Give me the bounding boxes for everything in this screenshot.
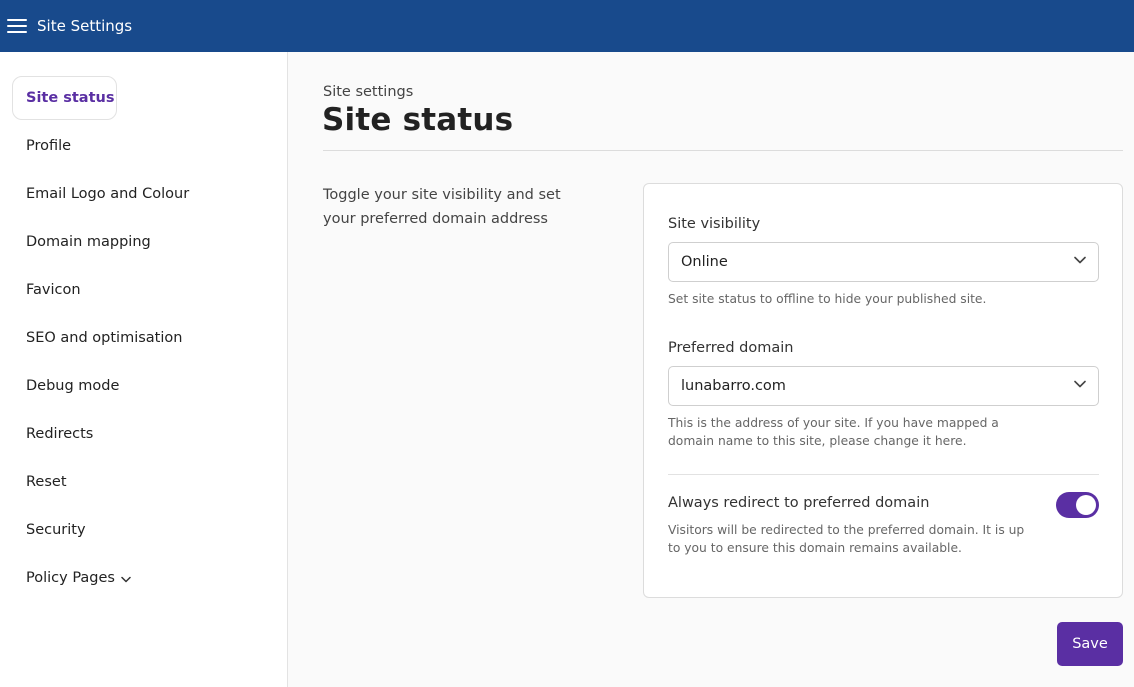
breadcrumb: Site settings bbox=[323, 84, 414, 100]
redirect-toggle[interactable] bbox=[1056, 492, 1099, 518]
sidebar-item-label: Site status bbox=[26, 90, 115, 106]
site-visibility-label: Site visibility bbox=[668, 216, 761, 232]
sidebar-item-site-status[interactable]: Site status bbox=[12, 76, 117, 120]
site-visibility-help: Set site status to offline to hide your … bbox=[668, 292, 987, 306]
sidebar-item-label: Profile bbox=[26, 138, 72, 154]
preferred-domain-select[interactable]: lunabarro.com bbox=[668, 366, 1099, 406]
sidebar-item-seo[interactable]: SEO and optimisation bbox=[12, 316, 276, 360]
sidebar-item-policy-pages[interactable]: Policy Pages bbox=[12, 556, 276, 600]
sidebar-item-email-logo-colour[interactable]: Email Logo and Colour bbox=[12, 172, 276, 216]
sidebar-nav: Site status Profile Email Logo and Colou… bbox=[12, 76, 276, 604]
sidebar-item-domain-mapping[interactable]: Domain mapping bbox=[12, 220, 276, 264]
hamburger-icon[interactable] bbox=[7, 19, 27, 33]
toggle-knob bbox=[1076, 495, 1096, 515]
sidebar-item-reset[interactable]: Reset bbox=[12, 460, 276, 504]
title-divider bbox=[323, 150, 1123, 151]
main-content: Site settings Site status Toggle your si… bbox=[288, 52, 1134, 687]
sidebar-item-label: Email Logo and Colour bbox=[26, 186, 190, 202]
preferred-domain-label: Preferred domain bbox=[668, 340, 794, 356]
sidebar-item-label: Redirects bbox=[26, 426, 94, 442]
sidebar-item-label: Domain mapping bbox=[26, 234, 151, 250]
sidebar-item-label: Policy Pages bbox=[26, 570, 115, 586]
chevron-down-icon bbox=[1074, 256, 1086, 264]
sidebar-item-label: Security bbox=[26, 522, 86, 538]
section-description: Toggle your site visibility and set your… bbox=[323, 187, 561, 227]
sidebar-item-profile[interactable]: Profile bbox=[12, 124, 276, 168]
sidebar-item-label: Reset bbox=[26, 474, 67, 490]
preferred-domain-help: This is the address of your site. If you… bbox=[668, 416, 999, 448]
settings-card: Site visibility Online Set site status t… bbox=[643, 183, 1123, 598]
site-visibility-select[interactable]: Online bbox=[668, 242, 1099, 282]
sidebar-item-label: Debug mode bbox=[26, 378, 120, 394]
page-title: Site status bbox=[322, 102, 514, 138]
sidebar: Site status Profile Email Logo and Colou… bbox=[0, 52, 288, 687]
top-bar: Site Settings bbox=[0, 0, 1134, 52]
app-title: Site Settings bbox=[37, 17, 133, 35]
sidebar-item-label: Favicon bbox=[26, 282, 81, 298]
section-divider bbox=[668, 474, 1099, 475]
sidebar-item-label: SEO and optimisation bbox=[26, 330, 183, 346]
redirect-label: Always redirect to preferred domain bbox=[668, 495, 930, 511]
chevron-down-icon bbox=[121, 576, 131, 583]
site-visibility-value: Online bbox=[681, 254, 728, 270]
chevron-down-icon bbox=[1074, 380, 1086, 388]
save-button[interactable]: Save bbox=[1057, 622, 1123, 666]
sidebar-item-favicon[interactable]: Favicon bbox=[12, 268, 276, 312]
sidebar-item-debug-mode[interactable]: Debug mode bbox=[12, 364, 276, 408]
sidebar-item-security[interactable]: Security bbox=[12, 508, 276, 552]
redirect-help: Visitors will be redirected to the prefe… bbox=[668, 523, 1025, 555]
sidebar-item-redirects[interactable]: Redirects bbox=[12, 412, 276, 456]
preferred-domain-value: lunabarro.com bbox=[681, 378, 786, 394]
